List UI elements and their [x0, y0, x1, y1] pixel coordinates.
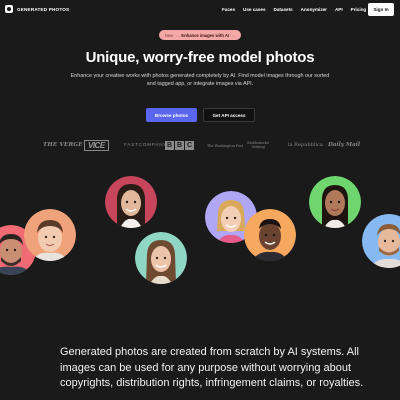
- sign-in-button[interactable]: Sign In: [368, 3, 394, 16]
- nav-link-anonymizer[interactable]: Anonymizer: [301, 7, 327, 12]
- hero-title: Unique, worry-free model photos: [85, 49, 315, 66]
- get-api-access-button[interactable]: Get API access: [203, 108, 255, 122]
- bbc-letter: C: [185, 141, 194, 150]
- bbc-letter: B: [165, 141, 174, 150]
- logo-la-repubblica: la Repubblica: [288, 142, 323, 148]
- nav-link-datasets[interactable]: Datasets: [274, 7, 293, 12]
- face-photo-man-2[interactable]: [244, 209, 296, 261]
- nav-link-faces[interactable]: Faces: [222, 7, 235, 12]
- nav-links: Faces Use cases Datasets Anonymizer API …: [222, 7, 366, 12]
- face-gallery: [0, 170, 400, 290]
- badge-cta-text: Enhance images with AI: [181, 32, 230, 38]
- badge-separator: →: [175, 32, 180, 38]
- face-photo-child[interactable]: [24, 209, 76, 261]
- logo-fastcompany: FASTCOMPANY: [124, 142, 168, 147]
- logo-washington-post: The Washington Post: [207, 144, 244, 148]
- brand-name: GENERATED PHOTOS: [17, 6, 70, 12]
- nav-link-api[interactable]: API: [335, 7, 343, 12]
- logo-sueddeutsche-zeitung: Süddeutsche Zeitung: [247, 141, 269, 149]
- face-photo-woman-2[interactable]: [135, 232, 187, 284]
- hero-subtitle: Enhance your creative works with photos …: [70, 73, 330, 88]
- nav-link-pricing[interactable]: Pricing: [351, 7, 367, 12]
- arrow-right-icon: →: [231, 32, 236, 38]
- face-photo-woman-1[interactable]: [105, 176, 157, 228]
- nav-link-use-cases[interactable]: Use cases: [243, 7, 265, 12]
- brand-logo[interactable]: GENERATED PHOTOS: [5, 5, 69, 13]
- face-photo-woman-3[interactable]: [309, 176, 361, 228]
- logo-the-verge: THE VERGE: [43, 142, 83, 148]
- browse-photos-button[interactable]: Browse photos: [146, 108, 197, 122]
- logo-daily-mail: Daily Mail: [328, 142, 360, 148]
- sz-line-2: Zeitung: [251, 145, 265, 149]
- bbc-letter: B: [175, 141, 184, 150]
- logo-icon: [5, 5, 13, 13]
- logo-bbc: B B C: [165, 141, 194, 150]
- badge-new-label: New: [164, 32, 174, 38]
- face-photo-man-3[interactable]: [362, 214, 400, 268]
- press-logos: THE VERGE VICE FASTCOMPANY B B C The Was…: [0, 139, 400, 153]
- top-nav: GENERATED PHOTOS Faces Use cases Dataset…: [0, 0, 400, 20]
- logo-vice: VICE: [84, 140, 109, 151]
- announcement-badge[interactable]: New → Enhance images with AI →: [159, 30, 241, 40]
- intro-paragraph: Generated photos are created from scratc…: [60, 346, 364, 389]
